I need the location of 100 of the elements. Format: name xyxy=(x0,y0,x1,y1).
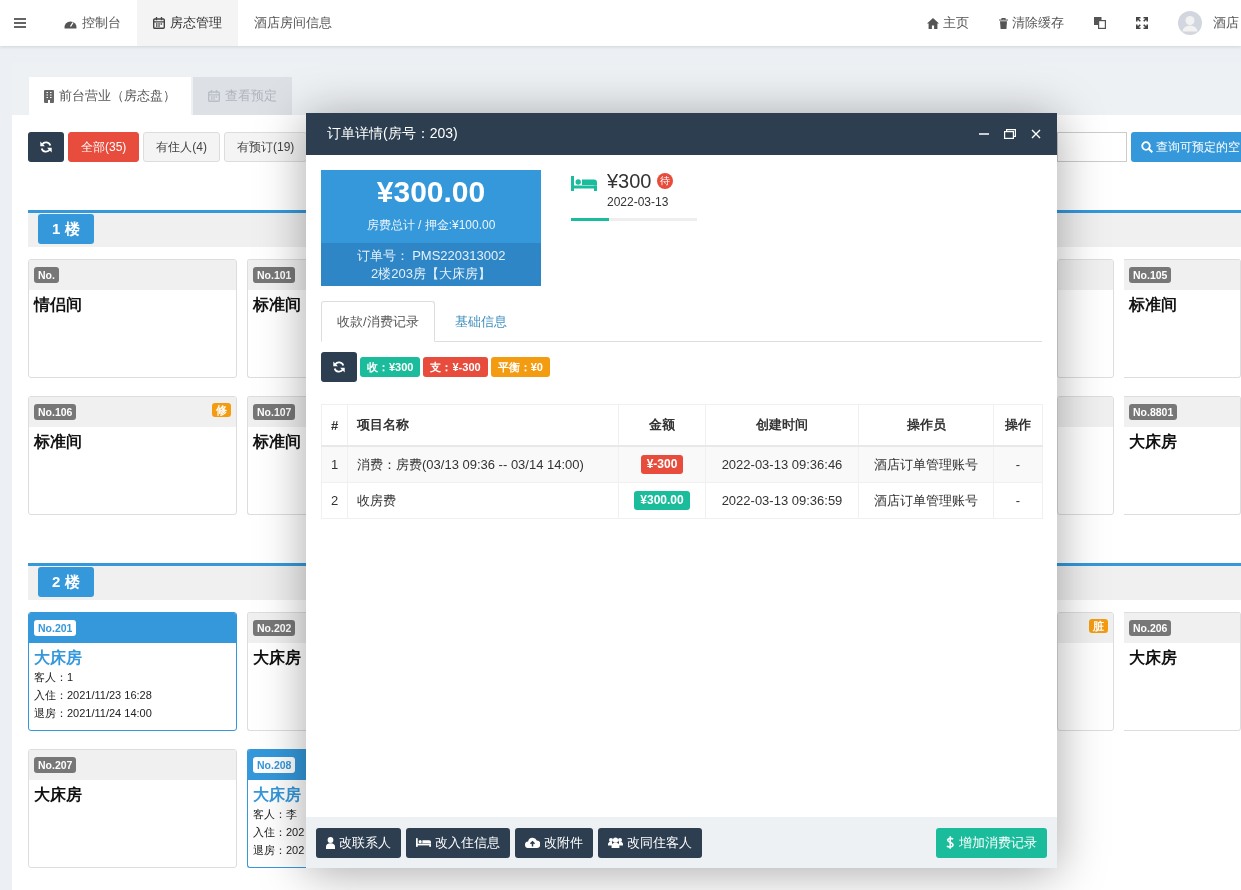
balance-tag: 收：¥300 xyxy=(360,357,421,377)
dialog-tab[interactable]: 基础信息 xyxy=(438,301,523,342)
room-number: No. xyxy=(34,267,59,283)
nav-tab[interactable]: 酒店房间信息 xyxy=(238,0,348,46)
guest-info: 退房：202 xyxy=(253,843,305,858)
room-card[interactable]: No. 情侣间 xyxy=(28,259,237,378)
menu-icon xyxy=(14,18,26,28)
table-cell: 酒店订单管理账号 xyxy=(858,482,994,519)
close-icon xyxy=(1031,129,1041,139)
room-type: 大床房 xyxy=(1129,648,1177,668)
stay-date: 2022-03-13 xyxy=(607,194,670,210)
room-card[interactable]: No.201 大床房 客人：1 入住：2021/11/23 16:28 退房：2021/11/24 14:00 xyxy=(28,612,237,731)
close-button[interactable] xyxy=(1031,129,1041,139)
filter-button[interactable]: 有住人(4) xyxy=(143,132,220,162)
search-field[interactable] xyxy=(1057,132,1127,162)
order-number: 订单号： PMS220313002 xyxy=(356,246,506,265)
restore-button[interactable] xyxy=(1004,129,1016,139)
room-number: No.101 xyxy=(253,267,296,283)
table-cell: 酒店订单管理账号 xyxy=(858,446,994,483)
room-type: 大床房 xyxy=(253,648,301,668)
room-number: No.105 xyxy=(1129,267,1172,283)
home-icon xyxy=(927,17,939,29)
room-card[interactable]: No.107 标准间 xyxy=(247,396,306,515)
action-button[interactable]: 改附件 xyxy=(515,827,593,858)
filter-button[interactable]: 全部(35) xyxy=(68,132,140,162)
room-price: ¥300 xyxy=(607,170,652,192)
room-type: 大床房 xyxy=(253,785,301,805)
room-number: No.8801 xyxy=(1129,404,1178,420)
dialog-title: 订单详情(房号：203) xyxy=(327,125,458,143)
nav-tab[interactable]: 控制台 xyxy=(48,0,137,46)
room-type: 大床房 xyxy=(34,785,82,805)
nav-link[interactable]: 清除缓存 xyxy=(984,0,1079,46)
table-cell: 2 xyxy=(321,482,348,519)
room-number: No.202 xyxy=(253,620,296,636)
guest-info: 客人：1 xyxy=(34,670,74,685)
filter-button[interactable]: 有预订(19) xyxy=(224,132,308,162)
amount-tag: ¥300.00 xyxy=(634,491,690,510)
dollar-icon xyxy=(946,836,954,849)
user-icon xyxy=(326,836,335,849)
refresh-button[interactable] xyxy=(28,132,64,162)
floor-label: 1 楼 xyxy=(38,214,94,244)
room-card[interactable]: No.207 大床房 xyxy=(28,749,237,868)
total-amount: ¥300.00 xyxy=(376,175,486,209)
amount-tag: ¥-300 xyxy=(640,455,684,474)
action-button[interactable]: 改同住客人 xyxy=(598,827,702,858)
status-tag: 修 xyxy=(212,403,231,417)
room-card[interactable]: No.105 标准间 xyxy=(1124,259,1241,378)
status-badge: 待 xyxy=(656,173,673,189)
table-cell: 2022-03-13 09:36:59 xyxy=(705,482,859,519)
balance-tag: 支：¥-300 xyxy=(423,357,488,377)
guest-info: 入住：2021/11/23 16:28 xyxy=(34,688,152,703)
room-info: 2楼203房【大床房】 xyxy=(371,264,491,283)
status-tag: 脏 xyxy=(1089,619,1108,633)
table-cell: 2022-03-13 09:36:46 xyxy=(705,446,859,483)
room-type: 标准间 xyxy=(34,432,82,452)
avatar-icon xyxy=(1178,11,1202,35)
search-icon xyxy=(1141,141,1153,153)
dialog-tab[interactable]: 收款/消费记录 xyxy=(321,301,435,342)
total-caption: 房费总计 / 押金:¥100.00 xyxy=(366,218,496,232)
table-cell: - xyxy=(993,482,1043,519)
room-card[interactable]: No.8801 大床房 xyxy=(1124,396,1241,515)
calendar-icon xyxy=(208,90,220,102)
room-card[interactable]: No.106 修 标准间 xyxy=(28,396,237,515)
table-cell: 1 xyxy=(321,446,348,483)
building-icon xyxy=(44,89,54,103)
card-header xyxy=(1058,397,1113,427)
restore-icon xyxy=(1004,129,1016,139)
room-type: 标准间 xyxy=(1129,295,1177,315)
nav-link[interactable]: 主页 xyxy=(912,0,984,46)
nav-tab[interactable]: 房态管理 xyxy=(137,0,238,46)
action-button[interactable]: 改联系人 xyxy=(316,827,401,858)
room-card[interactable]: No.206 大床房 xyxy=(1124,612,1241,731)
room-number: No.206 xyxy=(1129,620,1172,636)
table-cell: - xyxy=(993,446,1043,483)
room-type: 情侣间 xyxy=(34,295,82,315)
action-button[interactable]: 改入住信息 xyxy=(406,827,510,858)
card-header xyxy=(1058,260,1113,290)
minimize-icon xyxy=(979,133,989,135)
calendar-icon xyxy=(153,17,165,29)
room-type: 大床房 xyxy=(34,648,82,668)
guest-info: 客人：李 xyxy=(253,807,297,822)
page-tab[interactable]: 前台营业（房态盘） xyxy=(29,77,191,115)
room-type: 标准间 xyxy=(253,432,301,452)
user-menu[interactable]: 酒店 xyxy=(1163,0,1241,46)
room-number: No.106 xyxy=(34,404,77,420)
room-type: 标准间 xyxy=(253,295,301,315)
room-card[interactable]: No.101 标准间 xyxy=(247,259,306,378)
refresh-button[interactable] xyxy=(321,352,357,382)
trash-icon xyxy=(999,17,1008,29)
refresh-icon xyxy=(333,361,345,373)
bed-icon xyxy=(416,838,431,847)
floor-label: 2 楼 xyxy=(38,567,94,597)
room-number: No.207 xyxy=(34,757,77,773)
room-card[interactable]: No.202 大床房 xyxy=(247,612,306,731)
room-card[interactable]: No.208 大床房 客人：李 入住：202 退房：202 xyxy=(247,749,306,868)
bed-icon xyxy=(571,176,597,191)
table-cell: 消费：房费(03/13 09:36 -- 03/14 14:00) xyxy=(347,446,619,483)
room-number: No.201 xyxy=(34,620,77,636)
room-number: No.107 xyxy=(253,404,296,420)
room-number: No.208 xyxy=(253,757,296,773)
